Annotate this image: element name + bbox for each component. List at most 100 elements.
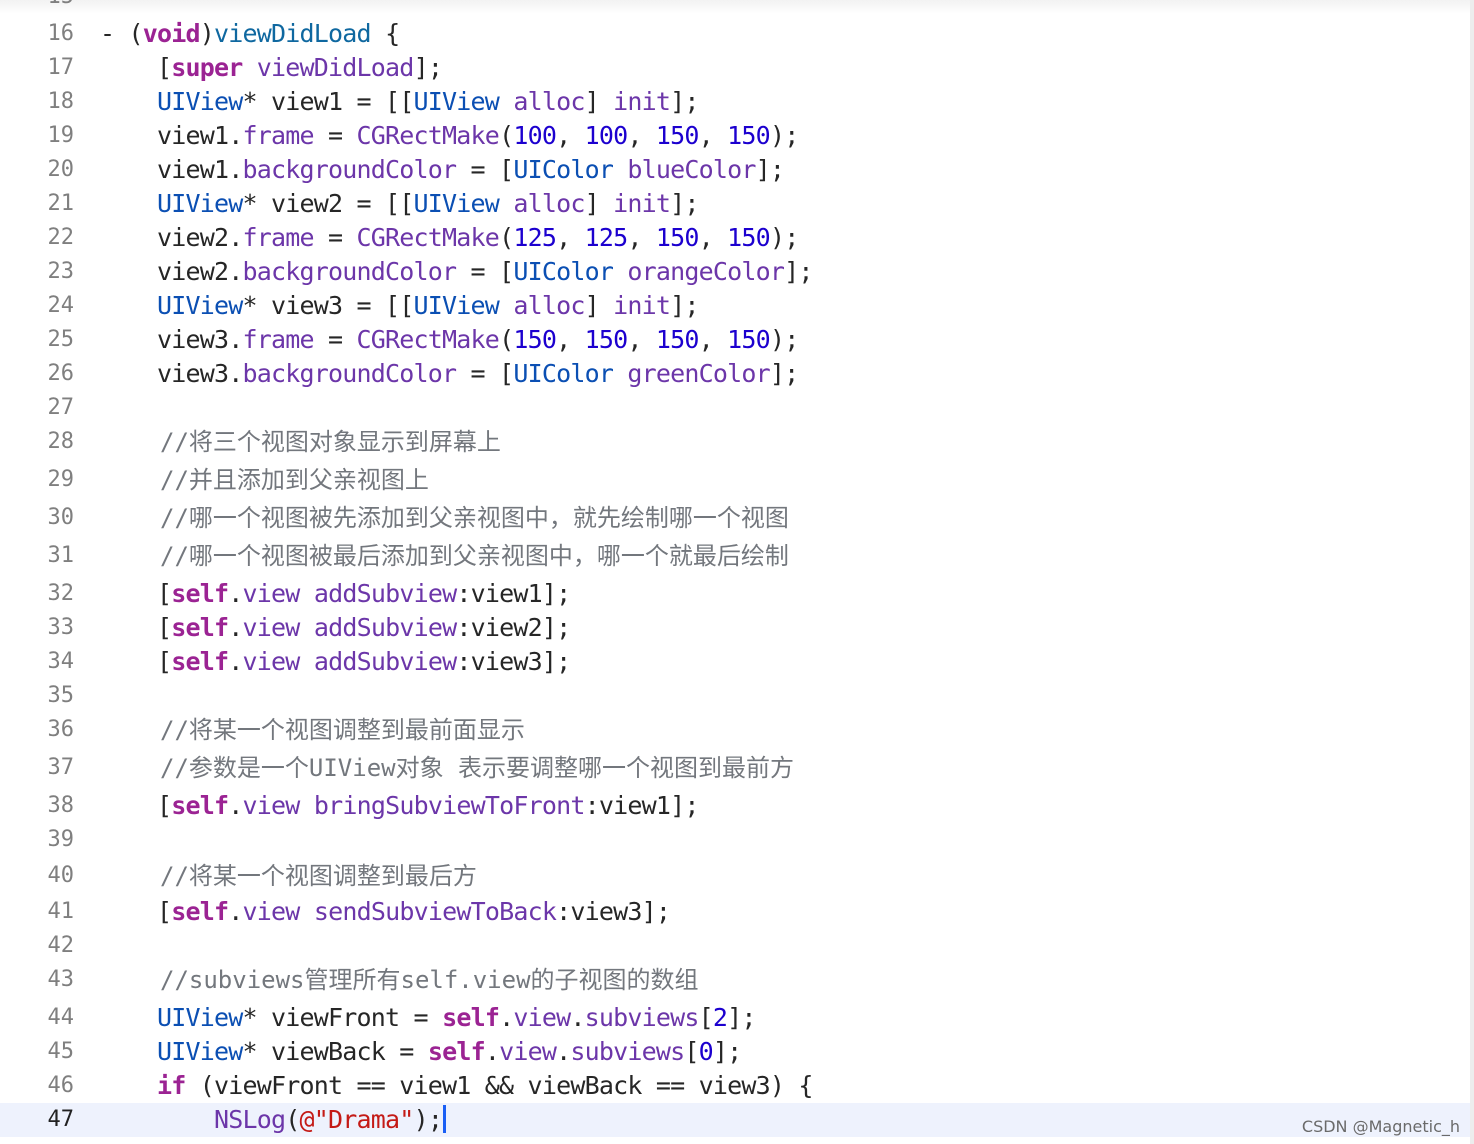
code-line-36[interactable]: 36 //将某一个视图调整到最前面显示: [0, 713, 1470, 747]
code-text[interactable]: [self.view addSubview:view2];: [100, 612, 571, 644]
code-line-26[interactable]: 26 view3.backgroundColor = [UIColor gree…: [0, 357, 1470, 391]
code-line-47[interactable]: 47 NSLog(@"Drama");: [0, 1103, 1470, 1137]
code-line-22[interactable]: 22 view2.frame = CGRectMake(125, 125, 15…: [0, 221, 1470, 255]
code-line-34[interactable]: 34 [self.view addSubview:view3];: [0, 645, 1470, 679]
code-text[interactable]: view2.frame = CGRectMake(125, 125, 150, …: [100, 222, 799, 254]
line-number[interactable]: 32: [0, 581, 75, 606]
code-text[interactable]: //参数是一个UIView对象 表示要调整哪一个视图到最前方: [160, 752, 794, 784]
line-number[interactable]: 33: [0, 615, 75, 640]
line-number[interactable]: 35: [0, 683, 75, 708]
code-line-16[interactable]: 16 - (void)viewDidLoad {: [0, 17, 1470, 51]
code-line-38[interactable]: 38 [self.view bringSubviewToFront:view1]…: [0, 789, 1470, 823]
line-number[interactable]: 34: [0, 649, 75, 674]
token-plain: ): [199, 19, 215, 48]
line-number[interactable]: 38: [0, 793, 75, 818]
code-text[interactable]: [self.view bringSubviewToFront:view1];: [100, 790, 699, 822]
code-line-33[interactable]: 33 [self.view addSubview:view2];: [0, 611, 1470, 645]
code-text[interactable]: UIView* viewBack = self.view.subviews[0]…: [100, 1036, 742, 1068]
line-number[interactable]: 45: [0, 1039, 75, 1064]
code-line-19[interactable]: 19 view1.frame = CGRectMake(100, 100, 15…: [0, 119, 1470, 153]
code-text[interactable]: [self.view sendSubviewToBack:view3];: [100, 896, 671, 928]
code-line-41[interactable]: 41 [self.view sendSubviewToBack:view3];: [0, 895, 1470, 929]
code-text[interactable]: //将某一个视图调整到最前面显示: [160, 714, 525, 746]
line-number[interactable]: 18: [0, 89, 75, 114]
code-text[interactable]: //并且添加到父亲视图上: [160, 464, 429, 496]
line-number[interactable]: 46: [0, 1073, 75, 1098]
vertical-scrollbar[interactable]: [1470, 0, 1474, 1144]
code-text[interactable]: if (viewFront == view1 && viewBack == vi…: [100, 1070, 813, 1102]
code-line-20[interactable]: 20 view1.backgroundColor = [UIColor blue…: [0, 153, 1470, 187]
code-text[interactable]: view1.backgroundColor = [UIColor blueCol…: [100, 154, 785, 186]
code-line-45[interactable]: 45 UIView* viewBack = self.view.subviews…: [0, 1035, 1470, 1069]
code-text[interactable]: //subviews管理所有self.view的子视图的数组: [160, 964, 699, 996]
code-text[interactable]: UIView* view2 = [[UIView alloc] init];: [100, 188, 699, 220]
code-text[interactable]: UIView* view1 = [[UIView alloc] init];: [100, 86, 699, 118]
code-line-40[interactable]: 40 //将某一个视图调整到最后方: [0, 859, 1470, 893]
line-number[interactable]: 24: [0, 293, 75, 318]
line-number[interactable]: 40: [0, 863, 75, 888]
code-text[interactable]: view2.backgroundColor = [UIColor orangeC…: [100, 256, 813, 288]
code-line-29[interactable]: 29 //并且添加到父亲视图上: [0, 463, 1470, 497]
code-text[interactable]: - (void)viewDidLoad {: [100, 18, 400, 50]
line-number[interactable]: 43: [0, 967, 75, 992]
code-line-42[interactable]: 42: [0, 929, 1470, 963]
code-text[interactable]: //将三个视图对象显示到屏幕上: [160, 426, 501, 458]
token-prop: frame: [242, 121, 315, 150]
code-line-32[interactable]: 32 [self.view addSubview:view1];: [0, 577, 1470, 611]
code-line-43[interactable]: 43 //subviews管理所有self.view的子视图的数组: [0, 963, 1470, 997]
line-number[interactable]: 36: [0, 717, 75, 742]
code-text[interactable]: //哪一个视图被先添加到父亲视图中，就先绘制哪一个视图: [160, 502, 789, 534]
code-line-35[interactable]: 35: [0, 679, 1470, 713]
line-number[interactable]: 23: [0, 259, 75, 284]
code-text[interactable]: //将某一个视图调整到最后方: [160, 860, 477, 892]
line-number[interactable]: 42: [0, 933, 75, 958]
line-number[interactable]: 44: [0, 1005, 75, 1030]
line-number[interactable]: 21: [0, 191, 75, 216]
line-number[interactable]: 30: [0, 505, 75, 530]
line-number[interactable]: 17: [0, 55, 75, 80]
code-editor[interactable]: 15 16- (void)viewDidLoad {17 [super view…: [0, 0, 1474, 1144]
line-number[interactable]: 31: [0, 543, 75, 568]
code-line-44[interactable]: 44 UIView* viewFront = self.view.subview…: [0, 1001, 1470, 1035]
code-text[interactable]: //哪一个视图被最后添加到父亲视图中，哪一个就最后绘制: [160, 540, 789, 572]
code-line-28[interactable]: 28 //将三个视图对象显示到屏幕上: [0, 425, 1470, 459]
line-number[interactable]: 19: [0, 123, 75, 148]
code-text[interactable]: UIView* view3 = [[UIView alloc] init];: [100, 290, 699, 322]
code-text[interactable]: [self.view addSubview:view1];: [100, 578, 571, 610]
code-line-30[interactable]: 30 //哪一个视图被先添加到父亲视图中，就先绘制哪一个视图: [0, 501, 1470, 535]
code-line-31[interactable]: 31 //哪一个视图被最后添加到父亲视图中，哪一个就最后绘制: [0, 539, 1470, 573]
line-number[interactable]: 47: [0, 1107, 75, 1132]
code-text[interactable]: NSLog(@"Drama");: [100, 1104, 447, 1136]
code-line-46[interactable]: 46 if (viewFront == view1 && viewBack ==…: [0, 1069, 1470, 1103]
code-line-17[interactable]: 17 [super viewDidLoad];: [0, 51, 1470, 85]
line-number[interactable]: 29: [0, 467, 75, 492]
line-number[interactable]: 26: [0, 361, 75, 386]
line-number[interactable]: 39: [0, 827, 75, 852]
code-text[interactable]: UIView* viewFront = self.view.subviews[2…: [100, 1002, 756, 1034]
code-text[interactable]: [super viewDidLoad];: [100, 52, 443, 84]
code-text[interactable]: view1.frame = CGRectMake(100, 100, 150, …: [100, 120, 799, 152]
token-kw: self: [171, 647, 229, 676]
code-text[interactable]: [self.view addSubview:view3];: [100, 646, 571, 678]
line-number[interactable]: 37: [0, 755, 75, 780]
code-line-21[interactable]: 21 UIView* view2 = [[UIView alloc] init]…: [0, 187, 1470, 221]
code-line-27[interactable]: 27: [0, 391, 1470, 425]
token-plain: .: [499, 1003, 514, 1032]
code-text[interactable]: view3.frame = CGRectMake(150, 150, 150, …: [100, 324, 799, 356]
code-text[interactable]: view3.backgroundColor = [UIColor greenCo…: [100, 358, 799, 390]
code-line-23[interactable]: 23 view2.backgroundColor = [UIColor oran…: [0, 255, 1470, 289]
line-number[interactable]: 27: [0, 395, 75, 420]
line-number[interactable]: 22: [0, 225, 75, 250]
code-line-24[interactable]: 24 UIView* view3 = [[UIView alloc] init]…: [0, 289, 1470, 323]
line-number[interactable]: 16: [0, 21, 75, 46]
code-line-25[interactable]: 25 view3.frame = CGRectMake(150, 150, 15…: [0, 323, 1470, 357]
line-number[interactable]: 28: [0, 429, 75, 454]
code-line-18[interactable]: 18 UIView* view1 = [[UIView alloc] init]…: [0, 85, 1470, 119]
line-number[interactable]: 25: [0, 327, 75, 352]
code-line-39[interactable]: 39: [0, 823, 1470, 857]
line-number[interactable]: 41: [0, 899, 75, 924]
line-number[interactable]: 20: [0, 157, 75, 182]
code-line-37[interactable]: 37 //参数是一个UIView对象 表示要调整哪一个视图到最前方: [0, 751, 1470, 785]
